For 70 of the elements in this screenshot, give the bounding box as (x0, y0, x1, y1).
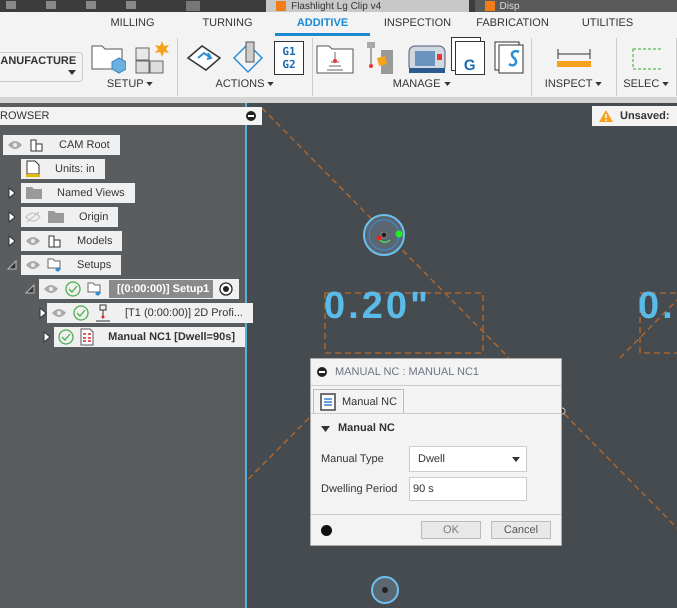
dropdown-field[interactable]: Dwell (409, 446, 527, 472)
folder-icon (25, 186, 43, 200)
group-menu[interactable]: INSPECT (544, 78, 602, 90)
tool-tip-icon (95, 304, 111, 322)
ribbon-tab[interactable]: MILLING (85, 12, 180, 36)
collapsed-arrow-icon[interactable] (8, 187, 16, 199)
group-menu[interactable]: ACTIONS (216, 78, 274, 90)
document-ruler-icon (25, 160, 41, 178)
ribbon-tab[interactable]: TURNING (180, 12, 275, 36)
warning-icon (598, 109, 614, 123)
tree-item[interactable]: [T1 (0:00:00)] 2D Profi... (47, 303, 253, 323)
document-tab[interactable]: Flashlight Lg Clip v4 (266, 0, 469, 12)
collapsed-arrow-icon[interactable] (42, 331, 51, 343)
cubes-star-icon[interactable] (134, 40, 170, 76)
collapse-icon[interactable] (246, 111, 256, 121)
tree-item[interactable]: CAM Root (3, 135, 120, 155)
document-tab[interactable]: Disp (474, 0, 677, 12)
section-header[interactable]: Manual NC (321, 422, 395, 434)
caret-icon (444, 82, 451, 86)
tree-item[interactable]: Manual NC1 [Dwell=90s] (54, 327, 245, 347)
caret-icon (512, 456, 520, 462)
expanded-arrow-icon[interactable] (25, 284, 35, 294)
caret-icon (595, 82, 602, 86)
caret-icon (267, 82, 274, 86)
browser-title: ROWSER (0, 110, 50, 122)
unsaved-label: Unsaved: (620, 110, 670, 122)
info-icon[interactable] (321, 524, 332, 536)
tree-item[interactable]: Origin (21, 207, 118, 227)
gcode-document-icon[interactable]: G1 G2 (274, 40, 304, 74)
target-icon[interactable] (219, 282, 234, 296)
collapsed-arrow-icon[interactable] (39, 307, 47, 319)
list-document-icon (320, 392, 336, 410)
expanded-arrow-icon[interactable] (7, 260, 17, 270)
folder-gem-icon (87, 281, 103, 297)
dimension-label: 0.20" (324, 285, 431, 328)
collapsed-arrow-icon[interactable] (8, 211, 16, 223)
folder-gem-icon (47, 257, 63, 273)
dialog-title: MANUAL NC : MANUAL NC1 (335, 366, 480, 378)
field-label: Manual Type (321, 453, 385, 465)
component-icon (47, 233, 63, 249)
ribbon-tab[interactable]: INSPECTION (370, 12, 465, 36)
caret-icon (146, 82, 154, 86)
dimension-label: 0. (638, 285, 676, 328)
collapse-icon[interactable] (317, 367, 327, 377)
origin-gizmo[interactable] (362, 213, 406, 257)
dialog-tab[interactable]: Manual NC (313, 389, 404, 413)
code-document-icon (80, 328, 94, 346)
tree-item[interactable]: Models (21, 231, 122, 251)
workspace-dropdown[interactable]: ANUFACTURE (0, 52, 84, 82)
dialog-button[interactable]: Cancel (491, 521, 551, 539)
group-menu[interactable]: MANAGE (392, 78, 451, 90)
dialog-button[interactable]: OK (421, 521, 481, 539)
tree-item[interactable]: Setups (21, 255, 122, 275)
caret-icon (321, 424, 330, 432)
ribbon-tab[interactable]: FABRICATION (465, 12, 560, 36)
collapsed-arrow-icon[interactable] (8, 235, 16, 247)
cube-icon (276, 1, 286, 11)
caret-icon (662, 82, 670, 86)
field-label: Dwelling Period (321, 483, 398, 495)
input-field[interactable]: 90 s (409, 477, 527, 501)
folder-icon (47, 210, 65, 224)
component-icon (29, 137, 45, 153)
tool-diamond-icon[interactable] (230, 40, 266, 76)
tree-item[interactable]: Named Views (21, 183, 135, 203)
tree-item[interactable]: Units: in (21, 159, 105, 179)
caret-icon (68, 70, 76, 76)
group-menu[interactable]: SETUP (106, 78, 154, 90)
cube-icon (484, 1, 495, 11)
ribbon-tab[interactable]: UTILITIES (560, 12, 655, 36)
group-menu[interactable]: SELEC (623, 78, 670, 90)
